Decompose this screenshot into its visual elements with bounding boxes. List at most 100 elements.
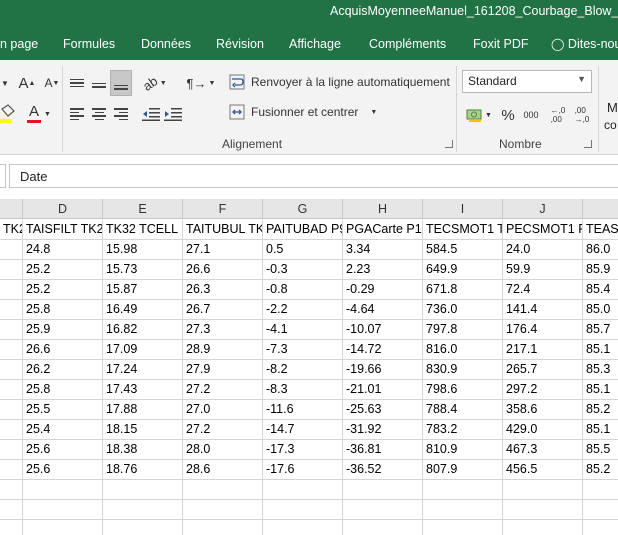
table-cell[interactable]: -36.52 <box>343 460 423 480</box>
column-header-g[interactable]: G <box>263 199 343 219</box>
table-cell[interactable] <box>0 440 23 460</box>
table-cell[interactable] <box>23 480 103 500</box>
wrap-text-button[interactable]: Renvoyer à la ligne automatiquement <box>229 74 450 90</box>
table-cell[interactable]: 25.8 <box>23 380 103 400</box>
decrease-decimal-button[interactable]: ,00 →,0 <box>572 102 592 128</box>
table-cell[interactable]: -7.3 <box>263 340 343 360</box>
align-top-button[interactable] <box>67 72 87 94</box>
header-cell[interactable]: TAITUBUL TK <box>183 220 263 240</box>
table-cell[interactable] <box>103 500 183 520</box>
table-cell[interactable] <box>423 520 503 535</box>
table-cell[interactable] <box>583 500 618 520</box>
table-cell[interactable]: 24.0 <box>503 240 583 260</box>
table-cell[interactable]: -4.64 <box>343 300 423 320</box>
table-cell[interactable]: 27.2 <box>183 380 263 400</box>
table-cell[interactable]: 25.8 <box>23 300 103 320</box>
table-cell[interactable]: -11.6 <box>263 400 343 420</box>
table-cell[interactable] <box>0 240 23 260</box>
table-cell[interactable] <box>0 360 23 380</box>
table-cell[interactable]: 15.73 <box>103 260 183 280</box>
table-cell[interactable]: 25.2 <box>23 280 103 300</box>
percent-style-button[interactable]: % <box>498 104 518 126</box>
table-cell[interactable] <box>183 500 263 520</box>
tab-formules[interactable]: Formules <box>63 37 115 51</box>
table-cell[interactable]: 265.7 <box>503 360 583 380</box>
table-cell[interactable] <box>503 500 583 520</box>
number-dialog-launcher[interactable] <box>584 140 592 148</box>
table-cell[interactable]: -19.66 <box>343 360 423 380</box>
table-cell[interactable]: 798.6 <box>423 380 503 400</box>
table-cell[interactable]: 85.0 <box>583 300 618 320</box>
column-header-f[interactable]: F <box>183 199 263 219</box>
table-cell[interactable]: -21.01 <box>343 380 423 400</box>
column-header-d[interactable]: D <box>23 199 103 219</box>
table-cell[interactable]: -17.6 <box>263 460 343 480</box>
table-cell[interactable]: 649.9 <box>423 260 503 280</box>
table-cell[interactable]: 26.6 <box>183 260 263 280</box>
tab-page-layout[interactable]: n page <box>0 37 38 51</box>
align-left-button[interactable] <box>67 103 87 125</box>
table-cell[interactable] <box>0 260 23 280</box>
tab-donnees[interactable]: Données <box>141 37 191 51</box>
table-cell[interactable]: 467.3 <box>503 440 583 460</box>
table-cell[interactable]: 25.9 <box>23 320 103 340</box>
table-cell[interactable]: 797.8 <box>423 320 503 340</box>
table-cell[interactable]: 85.7 <box>583 320 618 340</box>
table-cell[interactable]: 27.2 <box>183 420 263 440</box>
table-cell[interactable]: 85.3 <box>583 360 618 380</box>
align-bottom-button[interactable] <box>110 70 132 96</box>
table-cell[interactable] <box>0 400 23 420</box>
table-cell[interactable]: 456.5 <box>503 460 583 480</box>
table-cell[interactable]: 28.0 <box>183 440 263 460</box>
table-cell[interactable]: 85.1 <box>583 420 618 440</box>
table-cell[interactable] <box>0 320 23 340</box>
tell-me-search[interactable]: ◯ Dites-nou <box>551 37 618 51</box>
table-cell[interactable]: 18.76 <box>103 460 183 480</box>
table-cell[interactable]: -8.3 <box>263 380 343 400</box>
text-direction-button[interactable]: ¶→ ▼ <box>186 72 216 94</box>
table-cell[interactable]: 0.5 <box>263 240 343 260</box>
table-cell[interactable] <box>583 520 618 535</box>
table-cell[interactable] <box>0 340 23 360</box>
table-cell[interactable]: 85.2 <box>583 460 618 480</box>
table-cell[interactable]: 18.38 <box>103 440 183 460</box>
table-cell[interactable]: 807.9 <box>423 460 503 480</box>
table-cell[interactable]: 788.4 <box>423 400 503 420</box>
table-cell[interactable] <box>423 480 503 500</box>
table-cell[interactable]: 15.98 <box>103 240 183 260</box>
table-cell[interactable]: 297.2 <box>503 380 583 400</box>
table-cell[interactable]: 25.5 <box>23 400 103 420</box>
table-cell[interactable]: 830.9 <box>423 360 503 380</box>
table-cell[interactable]: -2.2 <box>263 300 343 320</box>
increase-font-button[interactable]: A ▲ <box>16 72 38 94</box>
number-format-select[interactable]: Standard ▼ <box>462 70 592 93</box>
table-cell[interactable] <box>423 500 503 520</box>
table-cell[interactable]: 17.24 <box>103 360 183 380</box>
alignment-dialog-launcher[interactable] <box>445 140 453 148</box>
align-right-button[interactable] <box>111 103 131 125</box>
column-header-partial-8[interactable] <box>583 199 618 219</box>
decrease-font-button[interactable]: A ▼ <box>42 72 62 94</box>
table-cell[interactable]: 26.6 <box>23 340 103 360</box>
table-cell[interactable]: 85.2 <box>583 400 618 420</box>
table-cell[interactable]: 26.2 <box>23 360 103 380</box>
table-cell[interactable] <box>0 520 23 535</box>
table-cell[interactable]: 25.2 <box>23 260 103 280</box>
table-cell[interactable] <box>263 500 343 520</box>
tab-complements[interactable]: Compléments <box>369 37 446 51</box>
table-cell[interactable] <box>183 480 263 500</box>
align-center-button[interactable] <box>89 103 109 125</box>
header-cell[interactable]: TECSMOT1 TI <box>423 220 503 240</box>
table-cell[interactable]: 85.4 <box>583 280 618 300</box>
table-cell[interactable]: -25.63 <box>343 400 423 420</box>
table-cell[interactable]: -17.3 <box>263 440 343 460</box>
table-cell[interactable]: 810.9 <box>423 440 503 460</box>
table-cell[interactable] <box>263 520 343 535</box>
header-cell[interactable]: TK2 <box>0 220 23 240</box>
header-cell[interactable]: TK32 TCELL <box>103 220 183 240</box>
table-cell[interactable]: 17.88 <box>103 400 183 420</box>
align-middle-button[interactable] <box>89 72 109 94</box>
table-cell[interactable]: 671.8 <box>423 280 503 300</box>
tab-foxit-pdf[interactable]: Foxit PDF <box>473 37 529 51</box>
comma-style-button[interactable]: 000 <box>520 104 542 126</box>
